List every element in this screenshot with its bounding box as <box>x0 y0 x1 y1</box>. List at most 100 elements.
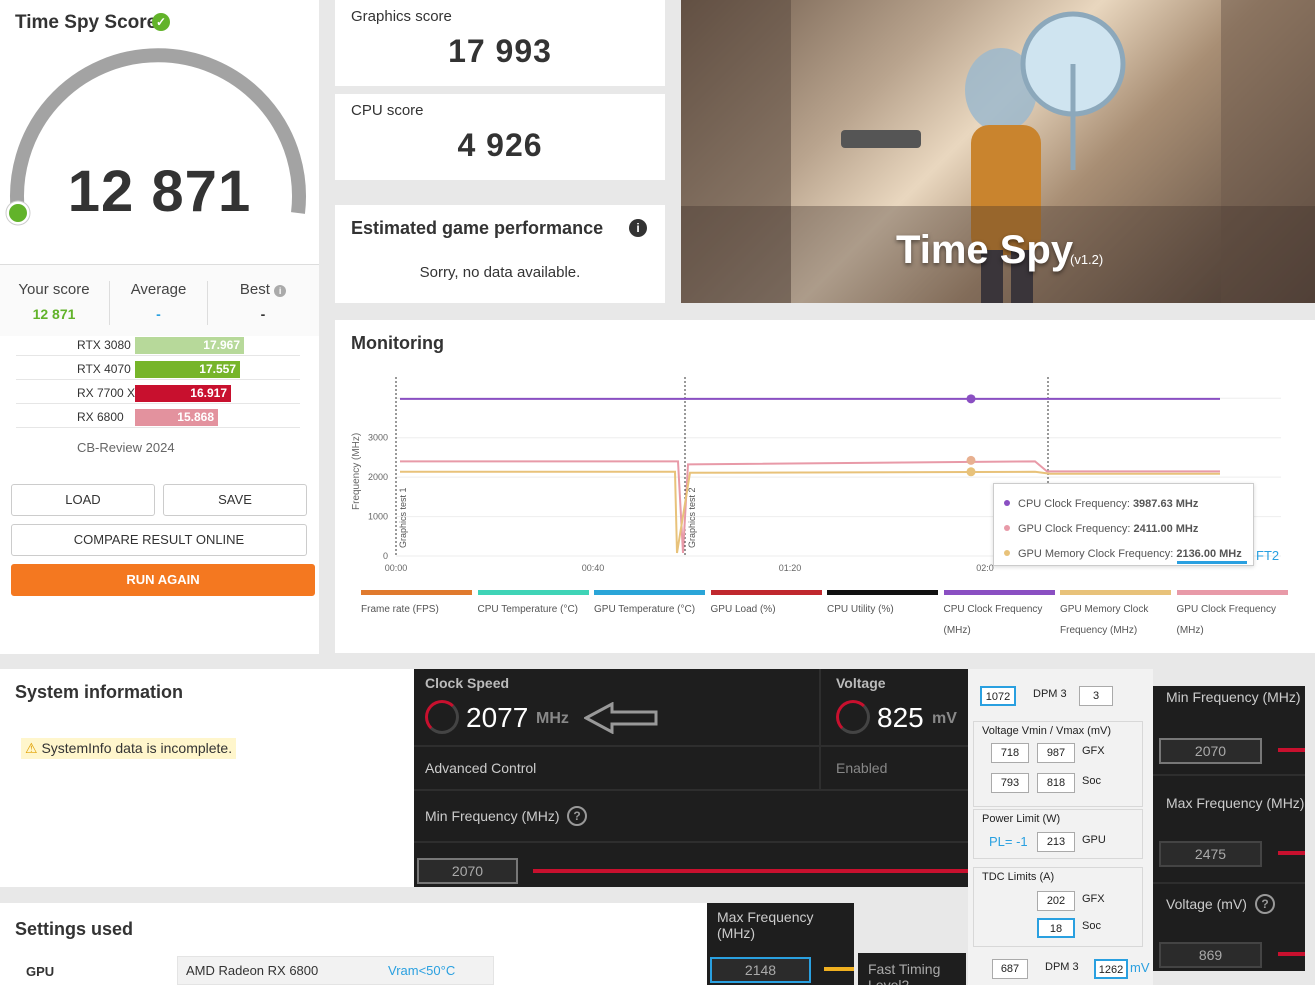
legend-item[interactable]: GPU Temperature (°C) <box>594 590 705 620</box>
help-icon[interactable]: ? <box>1255 894 1275 914</box>
x-tick-label: 01:20 <box>779 563 802 573</box>
legend-item[interactable]: CPU Utility (%) <box>827 590 938 620</box>
cpu-score-value: 4 926 <box>457 127 543 163</box>
your-score-value: 12 871 <box>32 306 76 322</box>
save-button[interactable]: SAVE <box>163 484 307 516</box>
y-tick-label: 3000 <box>368 433 388 443</box>
pl-note: PL= -1 <box>989 834 1028 849</box>
fast-timing-label[interactable]: Fast Timing Level2 <box>868 961 966 985</box>
legend-item[interactable]: GPU Clock Frequency (MHz) <box>1176 590 1288 641</box>
soc-vmax-input[interactable]: 818 <box>1037 773 1075 793</box>
best-label: Best <box>239 281 270 298</box>
gfx-vmin-input[interactable]: 718 <box>991 743 1029 763</box>
info-icon[interactable]: i <box>629 219 647 237</box>
max-frequency-panel: Max Frequency (MHz) 2148 <box>707 903 854 985</box>
your-score-label: Your score <box>18 281 90 298</box>
hero-title: Time Spy <box>896 228 1074 272</box>
dpm-input[interactable]: 3 <box>1079 686 1113 706</box>
voltage-label: Voltage <box>836 675 886 691</box>
min-frequency-input[interactable]: 2070 <box>417 858 518 884</box>
right-min-slider[interactable] <box>1278 748 1305 752</box>
right-tuning-panel: Min Frequency (MHz) 2070 Max Frequency (… <box>1153 686 1305 971</box>
y-tick-label: 1000 <box>368 512 388 522</box>
top-value-input[interactable]: 1072 <box>980 686 1016 706</box>
bottom-dpm-label: DPM 3 <box>1045 961 1079 973</box>
settings-used-panel: Settings used GPU AMD Radeon RX 6800 Vra… <box>0 903 707 985</box>
gpu-memory-clock-point <box>966 467 976 477</box>
legend-label: GPU Load (%) <box>710 604 776 615</box>
bottom-value-input[interactable]: 687 <box>992 959 1028 979</box>
gpu-label: GPU <box>1082 834 1106 846</box>
legend-label: GPU Temperature (°C) <box>594 604 696 615</box>
legend-label: CPU Utility (%) <box>827 604 894 615</box>
soc-vmin-input[interactable]: 793 <box>991 773 1029 793</box>
right-voltage-slider[interactable] <box>1278 952 1305 956</box>
average-score: Average - <box>110 281 207 322</box>
voltage-value: 825 <box>877 702 924 733</box>
clock-speed-unit: MHz <box>536 710 569 727</box>
tdc-soc-input[interactable]: 18 <box>1037 918 1075 938</box>
comparison-bar: 15.868 <box>135 409 218 426</box>
system-information-panel: System information ⚠ SystemInfo data is … <box>0 669 414 887</box>
graphics-score-value: 17 993 <box>448 33 552 69</box>
estimated-performance-message: Sorry, no data available. <box>419 264 581 281</box>
legend-swatch <box>710 590 822 595</box>
run-again-button[interactable]: RUN AGAIN <box>11 564 315 596</box>
legend-label: CPU Clock Frequency (MHz) <box>943 604 1043 636</box>
legend-item[interactable]: GPU Memory Clock Frequency (MHz) <box>1060 590 1171 641</box>
tooltip-row: GPU Memory Clock Frequency: 2136.00 MHz <box>1004 548 1242 560</box>
power-limit-input[interactable]: 213 <box>1037 832 1075 852</box>
voltage-group-title: Voltage Vmin / Vmax (mV) <box>982 725 1111 737</box>
right-min-frequency-input[interactable]: 2070 <box>1159 738 1262 764</box>
info-icon[interactable]: i <box>274 285 287 297</box>
tdc-gfx-input[interactable]: 202 <box>1037 891 1075 911</box>
legend-swatch <box>1060 590 1171 595</box>
cpu-score-label: CPU score <box>351 102 424 119</box>
compare-online-button[interactable]: COMPARE RESULT ONLINE <box>11 524 307 556</box>
dpm-label: DPM 3 <box>1033 688 1067 700</box>
comparison-bar: 17.557 <box>135 361 240 378</box>
tooltip-value: 2136.00 MHz <box>1176 548 1242 560</box>
right-max-slider[interactable] <box>1278 851 1305 855</box>
max-frequency-slider[interactable] <box>824 967 854 971</box>
bottom-mv-input[interactable]: 1262 <box>1094 959 1128 979</box>
y-axis-label: Frequency (MHz) <box>351 433 362 510</box>
clock-gauge-icon <box>425 700 459 734</box>
bottom-mv-unit: mV <box>1130 960 1150 975</box>
legend-swatch <box>594 590 705 595</box>
y-tick-label: 2000 <box>368 472 388 482</box>
min-frequency-slider[interactable] <box>533 869 968 873</box>
right-max-frequency-input[interactable]: 2475 <box>1159 841 1262 867</box>
tooltip-label: CPU Clock Frequency: <box>1018 498 1130 510</box>
legend-item[interactable]: Frame rate (FPS) <box>361 590 472 620</box>
legend-item[interactable]: CPU Temperature (°C) <box>477 590 589 620</box>
tooltip-row: CPU Clock Frequency: 3987.63 MHz <box>1004 498 1198 510</box>
right-min-frequency-label: Min Frequency (MHz) <box>1166 689 1301 705</box>
load-button[interactable]: LOAD <box>11 484 155 516</box>
max-frequency-label: Max Frequency (MHz) <box>717 909 814 941</box>
right-voltage-input[interactable]: 869 <box>1159 942 1262 968</box>
tooltip-label: GPU Clock Frequency: <box>1018 523 1131 535</box>
comparison-bar: 17.967 <box>135 337 244 354</box>
max-frequency-input[interactable]: 2148 <box>710 957 811 983</box>
gpu-name: AMD Radeon RX 6800 <box>186 963 319 978</box>
warning-icon: ⚠ <box>25 740 38 756</box>
amd-tuning-panel: Clock Speed 2077 MHz Voltage 825 mV Adva… <box>414 669 968 887</box>
advanced-control-state[interactable]: Enabled <box>836 760 887 776</box>
clock-speed-value: 2077 <box>466 702 529 733</box>
help-icon[interactable]: ? <box>567 806 587 826</box>
power-limit-group: Power Limit (W) PL= -1 213 GPU <box>973 809 1143 859</box>
settings-used-title: Settings used <box>15 919 134 939</box>
power-limit-title: Power Limit (W) <box>982 813 1061 825</box>
legend-item[interactable]: GPU Load (%) <box>710 590 822 620</box>
tooltip-label: GPU Memory Clock Frequency: <box>1018 548 1174 560</box>
average-value: - <box>156 306 161 322</box>
legend-swatch <box>827 590 938 595</box>
cpu-clock-point <box>966 394 976 404</box>
gfx-vmax-input[interactable]: 987 <box>1037 743 1075 763</box>
right-max-frequency-label: Max Frequency (MHz) <box>1166 795 1305 811</box>
legend-label: CPU Temperature (°C) <box>477 604 579 615</box>
x-tick-label: 00:40 <box>582 563 605 573</box>
legend-item[interactable]: CPU Clock Frequency (MHz) <box>943 590 1055 641</box>
mpt-panel: 1072 DPM 3 3 Voltage Vmin / Vmax (mV) 71… <box>968 669 1153 985</box>
